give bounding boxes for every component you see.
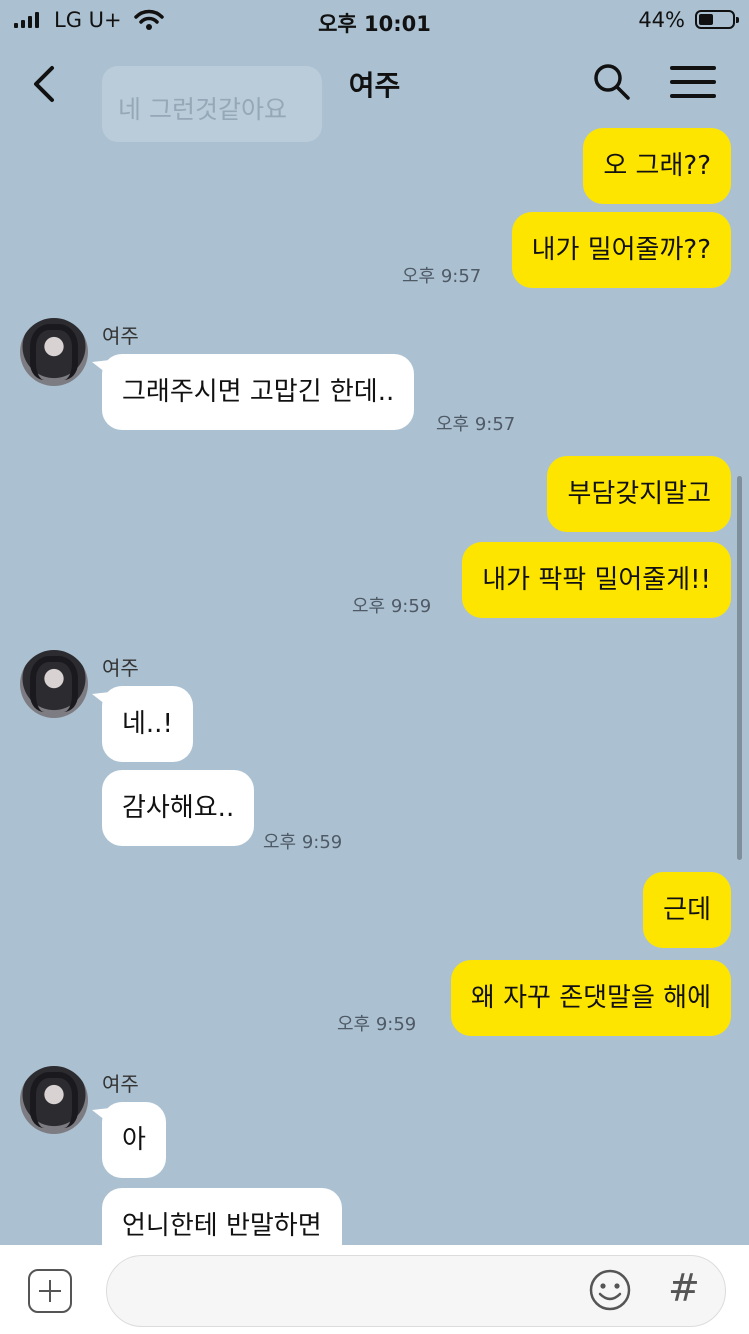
message-input-bar — [0, 1245, 749, 1334]
friend-message-bubble[interactable]: 그래주시면 고맙긴 한데.. — [102, 354, 415, 430]
friend-message-bubble[interactable]: 아 — [102, 1102, 166, 1178]
my-message-bubble[interactable]: 내가 팍팍 밀어줄게!! — [462, 542, 731, 618]
emoji-icon[interactable] — [588, 1268, 632, 1312]
battery-icon — [695, 10, 739, 29]
menu-icon[interactable] — [670, 66, 716, 108]
friend-message-bubble[interactable]: 네..! — [102, 686, 193, 762]
battery-percent: 44% — [638, 8, 685, 32]
plus-icon[interactable] — [28, 1269, 72, 1313]
hash-icon[interactable]: # — [668, 1266, 700, 1310]
my-message-bubble[interactable]: 근데 — [643, 872, 731, 948]
my-message-bubble[interactable]: 부담갖지말고 — [547, 456, 731, 532]
sender-name: 여주 — [102, 324, 139, 348]
chat-header: 네 그런것같아요 여주 — [0, 44, 749, 142]
message-time: 오후 9:59 — [337, 1014, 417, 1035]
search-icon[interactable] — [592, 62, 632, 102]
friend-avatar[interactable] — [20, 650, 88, 718]
my-message-bubble[interactable]: 오 그래?? — [583, 128, 731, 204]
message-time: 오후 9:59 — [263, 832, 343, 853]
friend-avatar[interactable] — [20, 318, 88, 386]
message-time: 오후 9:57 — [402, 266, 482, 287]
sender-name: 여주 — [102, 656, 139, 680]
status-bar: LG U+ 오후 10:01 44% — [0, 0, 749, 44]
message-input[interactable] — [106, 1255, 726, 1327]
status-time: 오후 10:01 — [318, 12, 431, 36]
friend-avatar[interactable] — [20, 1066, 88, 1134]
message-time: 오후 9:59 — [352, 596, 432, 617]
chat-title: 여주 — [348, 69, 401, 102]
my-message-bubble[interactable]: 왜 자꾸 존댓말을 해에 — [450, 960, 731, 1036]
scrollbar[interactable] — [737, 476, 742, 860]
sender-name: 여주 — [102, 1072, 139, 1096]
message-time: 오후 9:57 — [436, 414, 516, 435]
my-message-bubble[interactable]: 내가 밀어줄까?? — [511, 212, 731, 288]
friend-message-bubble[interactable]: 감사해요.. — [102, 770, 255, 846]
